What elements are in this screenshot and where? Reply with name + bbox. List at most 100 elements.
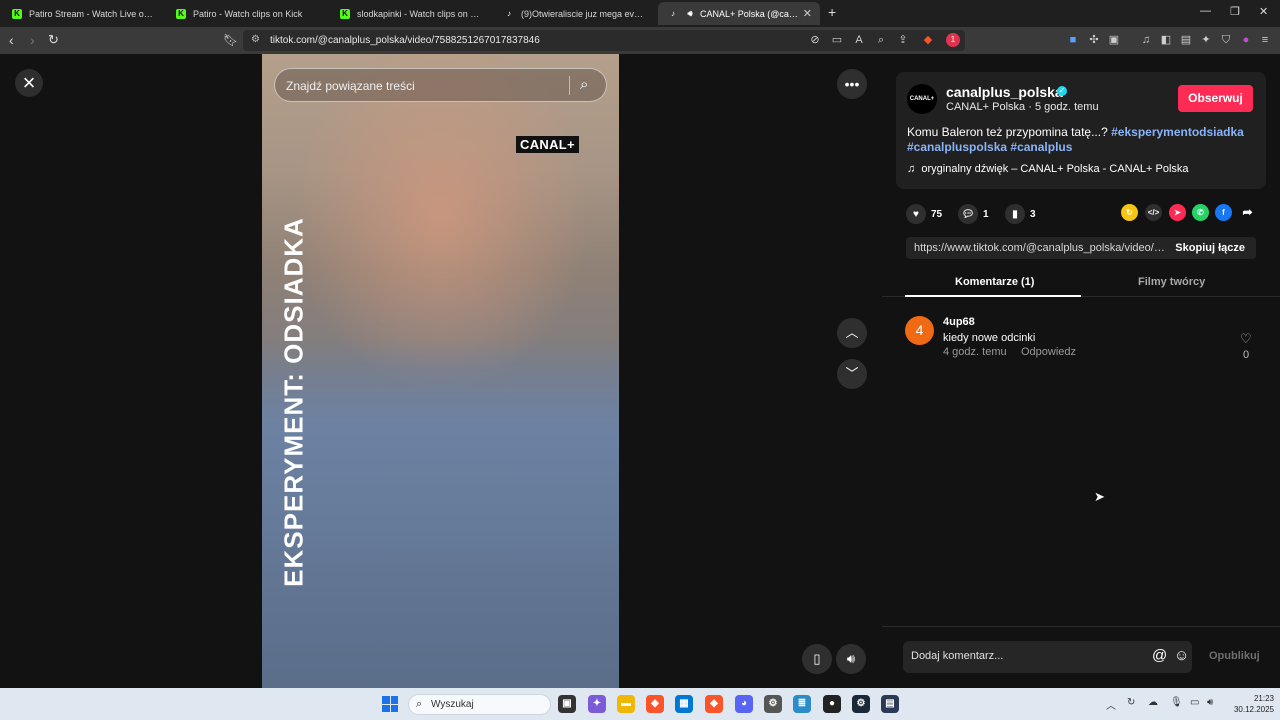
related-search-box[interactable]: Znajdź powiązane treści ⌕	[274, 68, 607, 102]
like-button[interactable]: ♥ 75	[906, 204, 942, 224]
microphone-icon[interactable]: 🎙︎	[1170, 697, 1183, 708]
close-window-icon[interactable]: ✕	[1259, 5, 1268, 18]
back-icon[interactable]: ‹	[9, 32, 14, 48]
tab-creator-videos[interactable]: Filmy twórcy	[1138, 276, 1205, 288]
mention-icon[interactable]: @	[1152, 647, 1167, 664]
follow-button[interactable]: Obserwuj	[1178, 85, 1253, 112]
extension-icon[interactable]: ■	[1067, 34, 1079, 46]
menu-icon[interactable]: ≡	[1259, 34, 1271, 46]
clock-date: 30.12.2025	[1233, 705, 1274, 714]
music-link[interactable]: ♫ oryginalny dźwięk – CANAL+ Polska - CA…	[907, 163, 1189, 175]
search-icon[interactable]: ⌕	[580, 76, 588, 93]
browser-tab[interactable]: K Patiro - Watch clips on Kick	[166, 2, 328, 25]
comment-like-icon[interactable]: ♡	[1240, 331, 1252, 347]
repost-icon[interactable]: ↻	[1121, 204, 1138, 221]
video-player[interactable]: Znajdź powiązane treści ⌕ CANAL+ EKSPERY…	[262, 54, 619, 688]
app-icon[interactable]: ●	[823, 695, 841, 713]
new-tab-button[interactable]: +	[828, 4, 836, 20]
hashtag-link[interactable]: #eksperymentodsiadka	[1111, 125, 1244, 139]
translate-icon[interactable]: A	[853, 34, 865, 46]
creator-display-name: CANAL+ Polska	[946, 101, 1026, 113]
close-video-button[interactable]: ×	[15, 69, 43, 97]
brave-browser-icon[interactable]: ◆	[646, 695, 664, 713]
brave-shield-icon[interactable]: ◆	[922, 34, 934, 46]
commenter-avatar[interactable]: 4	[905, 316, 934, 345]
mini-player-button[interactable]: ▯	[802, 644, 832, 674]
next-video-button[interactable]: ﹀	[837, 359, 867, 389]
taskbar-search-label: Wyszukaj	[431, 699, 474, 710]
volume-button[interactable]: 🔊︎	[836, 644, 866, 674]
share-link-url[interactable]: https://www.tiktok.com/@canalplus_polska…	[914, 242, 1166, 254]
previous-video-button[interactable]: ︿	[837, 318, 867, 348]
ai-icon[interactable]: ✦	[1200, 34, 1212, 46]
comment-input[interactable]: Dodaj komentarz... @ ☺	[903, 641, 1192, 673]
sidebar-icon[interactable]: ◧	[1160, 34, 1172, 46]
sync-icon[interactable]: ↻	[1127, 697, 1135, 708]
browser-tab[interactable]: ♪ (9)Otwieraliscie juz mega evolution?	[494, 2, 656, 25]
wallet-icon[interactable]: ▤	[1180, 34, 1192, 46]
share-arrow-icon[interactable]: ➦	[1239, 204, 1256, 221]
music-title: oryginalny dźwięk – CANAL+ Polska - CANA…	[921, 163, 1189, 175]
video-frame-lower	[262, 339, 619, 688]
settings-icon[interactable]: ⚙	[764, 695, 782, 713]
brave-rewards-icon[interactable]: 1	[946, 33, 960, 47]
hashtag-link[interactable]: #canalplus	[1010, 140, 1072, 154]
creator-username[interactable]: canalplus_polska	[946, 84, 1063, 100]
browser-tab[interactable]: K Patiro Stream - Watch Live on Kick	[2, 2, 164, 25]
app-icon[interactable]: ▤	[881, 695, 899, 713]
brave-active-icon[interactable]: ◆	[705, 695, 723, 713]
hashtag-link[interactable]: #canalpluspolska	[907, 140, 1007, 154]
start-button[interactable]	[382, 696, 398, 712]
copilot-icon[interactable]: ✦	[588, 695, 606, 713]
url-bar[interactable]: ⚙︎ tiktok.com/@canalplus_polska/video/75…	[243, 30, 965, 51]
zoom-icon[interactable]: ⌕	[875, 34, 887, 46]
network-icon[interactable]: ▭	[1190, 697, 1199, 708]
volume-icon[interactable]: 🔊︎	[1207, 697, 1213, 708]
whatsapp-icon[interactable]: ✆	[1192, 204, 1209, 221]
tab-title: Patiro Stream - Watch Live on Kick	[29, 8, 156, 19]
cast-icon[interactable]: ▭	[831, 34, 843, 46]
more-options-button[interactable]: •••	[837, 69, 867, 99]
embed-icon[interactable]: </>	[1145, 204, 1162, 221]
site-info-icon[interactable]: ⚙︎	[251, 34, 260, 45]
browser-tab-active[interactable]: ♪ 🔊︎ CANAL+ Polska (@canalplus_ ✕	[658, 2, 820, 25]
puzzle-icon[interactable]: ✣	[1088, 34, 1100, 46]
commenter-username[interactable]: 4up68	[943, 316, 975, 328]
system-clock[interactable]: 21:23 30.12.2025	[1228, 693, 1274, 715]
restore-icon[interactable]: ❐	[1230, 5, 1240, 18]
emoji-icon[interactable]: ☺	[1174, 647, 1189, 664]
music-icon[interactable]: ♫	[1140, 34, 1152, 46]
facebook-icon[interactable]: f	[1215, 204, 1232, 221]
task-view-icon[interactable]: ▣	[558, 695, 576, 713]
save-button[interactable]: ▮ 3	[1005, 204, 1036, 224]
heart-icon: ♥	[906, 204, 926, 224]
tab-comments[interactable]: Komentarze (1)	[955, 276, 1034, 288]
file-explorer-icon[interactable]: ▬	[617, 695, 635, 713]
send-icon[interactable]: ➤	[1169, 204, 1186, 221]
copy-link-button[interactable]: Skopiuj łącze	[1175, 242, 1245, 254]
discord-icon[interactable]: ◕	[735, 695, 753, 713]
close-tab-icon[interactable]: ✕	[803, 7, 812, 20]
comment-button[interactable]: 💬︎ 1	[958, 204, 989, 224]
vpn-icon[interactable]: ⛉	[1220, 34, 1232, 46]
notepad-icon[interactable]: ≣	[793, 695, 811, 713]
media-icon[interactable]: ▣	[1108, 34, 1120, 46]
steam-icon[interactable]: ⚙	[852, 695, 870, 713]
cloud-icon[interactable]: ☁	[1148, 697, 1158, 708]
publish-button[interactable]: Opublikuj	[1209, 650, 1260, 662]
like-count: 75	[931, 208, 943, 220]
reload-icon[interactable]: ↻	[48, 32, 59, 48]
taskbar-search[interactable]: ⌕ Wyszukaj	[408, 694, 551, 715]
share-icon[interactable]: ⇪	[897, 34, 909, 46]
browser-tab[interactable]: K slodkapinki - Watch clips on Kick	[330, 2, 492, 25]
store-icon[interactable]: ▦	[675, 695, 693, 713]
tray-expand-icon[interactable]: ︿	[1106, 697, 1116, 712]
creator-avatar[interactable]: CANAL+	[907, 84, 937, 114]
minimize-icon[interactable]: —	[1200, 5, 1211, 17]
no-tracking-icon[interactable]: ⊘	[809, 34, 821, 46]
tiktok-icon: ♪	[671, 9, 675, 18]
bookmark-icon[interactable]: 🔖︎	[223, 33, 238, 47]
forward-icon[interactable]: ›	[30, 32, 35, 48]
profile-icon[interactable]: ●	[1240, 34, 1252, 46]
reply-button[interactable]: Odpowiedz	[1021, 346, 1076, 358]
